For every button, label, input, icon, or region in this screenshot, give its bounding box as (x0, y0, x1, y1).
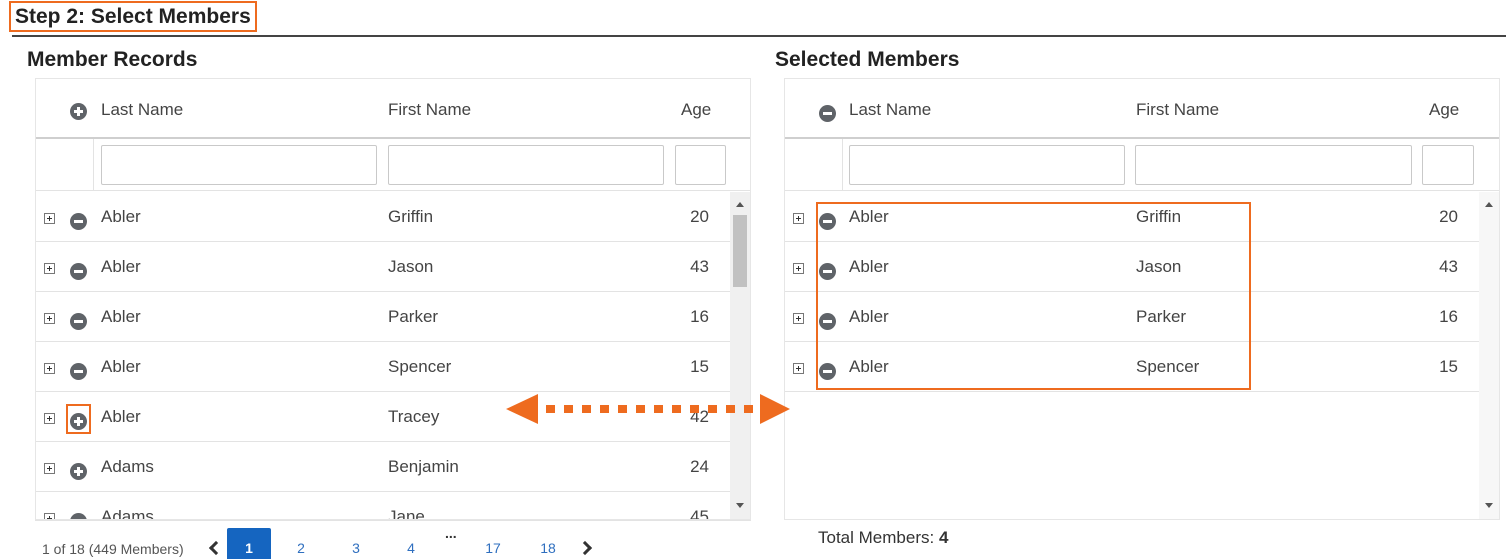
page-button-2[interactable]: 2 (279, 528, 323, 559)
scroll-down-icon[interactable] (736, 503, 744, 508)
pager-ellipsis: ... (445, 525, 457, 541)
cell-last-name: Abler (101, 357, 141, 376)
selected-members-header: Last Name First Name Age (785, 79, 1499, 139)
expand-row-icon[interactable] (44, 213, 55, 224)
member-records-filter-row (36, 139, 750, 191)
cell-first-name: Spencer (388, 357, 452, 376)
cell-last-name: Abler (101, 257, 141, 276)
member-records-scrollbar[interactable] (730, 192, 750, 519)
highlight-add-button (66, 404, 91, 434)
total-members-value: 4 (938, 528, 949, 547)
cell-age: 43 (690, 257, 709, 276)
expand-row-icon[interactable] (44, 463, 55, 474)
selected-members-filter-row (785, 139, 1499, 191)
highlight-selected-rows (816, 202, 1251, 390)
arrow-head-right (760, 394, 790, 424)
expand-row-icon[interactable] (44, 263, 55, 274)
remove-member-minus-icon[interactable] (70, 263, 87, 280)
column-header-last-name[interactable]: Last Name (101, 100, 183, 120)
add-member-plus-icon[interactable] (70, 463, 87, 480)
expand-row-icon[interactable] (793, 313, 804, 324)
expand-row-icon[interactable] (793, 363, 804, 374)
page-button-18[interactable]: 18 (526, 528, 570, 559)
page-button-4[interactable]: 4 (389, 528, 433, 559)
cell-last-name: Abler (101, 207, 141, 226)
cell-age: 16 (690, 307, 709, 326)
remove-member-minus-icon[interactable] (70, 213, 87, 230)
column-header-last-name[interactable]: Last Name (849, 100, 931, 120)
filter-age-input[interactable] (675, 145, 726, 185)
expand-row-icon[interactable] (44, 513, 55, 519)
cell-first-name: Jane (388, 507, 425, 520)
expand-row-icon[interactable] (44, 413, 55, 424)
scroll-down-icon[interactable] (1485, 503, 1493, 508)
total-members: Total Members: 4 (818, 528, 948, 548)
expand-row-icon[interactable] (793, 213, 804, 224)
scroll-up-icon[interactable] (736, 202, 744, 207)
cell-last-name: Abler (101, 407, 141, 426)
cell-age: 20 (690, 207, 709, 226)
column-header-age[interactable]: Age (681, 100, 711, 120)
member-records-body: Abler Griffin 20 Abler Jason 43 Abler Pa… (36, 192, 730, 520)
filter-divider (842, 139, 843, 191)
arrow-head-left (506, 394, 538, 424)
cell-age: 15 (1439, 357, 1458, 376)
cell-first-name: Griffin (388, 207, 434, 226)
scroll-up-icon[interactable] (1485, 202, 1493, 207)
table-row[interactable]: Adams Benjamin 24 (36, 442, 730, 492)
table-row[interactable]: Abler Griffin 20 (36, 192, 730, 242)
filter-first-name-input[interactable] (1135, 145, 1412, 185)
cell-age: 45 (690, 507, 709, 520)
filter-last-name-input[interactable] (101, 145, 377, 185)
page-button-3[interactable]: 3 (334, 528, 378, 559)
selected-members-scrollbar[interactable] (1479, 192, 1499, 519)
title-divider (12, 35, 1506, 37)
expand-row-icon[interactable] (793, 263, 804, 274)
table-row[interactable]: Abler Spencer 15 (36, 342, 730, 392)
filter-divider (93, 139, 94, 191)
transfer-arrow-icon (506, 394, 790, 424)
cell-first-name: Jason (388, 257, 434, 276)
member-records-grid: Last Name First Name Age Abler Griffin 2… (35, 78, 751, 520)
remove-all-minus-icon[interactable] (819, 105, 836, 122)
remove-member-minus-icon[interactable] (70, 363, 87, 380)
filter-last-name-input[interactable] (849, 145, 1125, 185)
chevron-right-icon[interactable] (577, 540, 593, 556)
cell-first-name: Tracey (388, 407, 440, 426)
member-records-header: Last Name First Name Age (36, 79, 750, 139)
selected-members-title: Selected Members (775, 48, 960, 71)
total-members-label: Total Members: (818, 528, 935, 547)
remove-member-minus-icon[interactable] (70, 313, 87, 330)
table-row[interactable]: Adams Jane 45 (36, 492, 730, 520)
pager-info: 1 of 18 (449 Members) (42, 541, 184, 557)
remove-member-minus-icon[interactable] (70, 513, 87, 519)
cell-last-name: Adams (101, 507, 154, 520)
page-button-17[interactable]: 17 (471, 528, 515, 559)
step-title: Step 2: Select Members (9, 1, 257, 32)
expand-row-icon[interactable] (44, 313, 55, 324)
expand-row-icon[interactable] (44, 363, 55, 374)
column-header-first-name[interactable]: First Name (388, 100, 471, 120)
chevron-left-icon[interactable] (208, 540, 224, 556)
cell-age: 16 (1439, 307, 1458, 326)
cell-first-name: Parker (388, 307, 439, 326)
scroll-thumb[interactable] (733, 215, 747, 287)
cell-last-name: Adams (101, 457, 154, 476)
cell-first-name: Benjamin (388, 457, 459, 476)
column-header-age[interactable]: Age (1429, 100, 1459, 120)
cell-age: 24 (690, 457, 709, 476)
cell-last-name: Abler (101, 307, 141, 326)
cell-age: 20 (1439, 207, 1458, 226)
member-records-title: Member Records (27, 48, 198, 71)
cell-age: 15 (690, 357, 709, 376)
cell-age: 43 (1439, 257, 1458, 276)
page-button-1[interactable]: 1 (227, 528, 271, 559)
column-header-first-name[interactable]: First Name (1136, 100, 1219, 120)
filter-first-name-input[interactable] (388, 145, 664, 185)
filter-age-input[interactable] (1422, 145, 1474, 185)
table-row[interactable]: Abler Parker 16 (36, 292, 730, 342)
select-all-plus-icon[interactable] (70, 103, 87, 120)
table-row[interactable]: Abler Jason 43 (36, 242, 730, 292)
member-records-pager: 1 of 18 (449 Members) 1 2 3 4 ... 17 18 (35, 520, 751, 559)
